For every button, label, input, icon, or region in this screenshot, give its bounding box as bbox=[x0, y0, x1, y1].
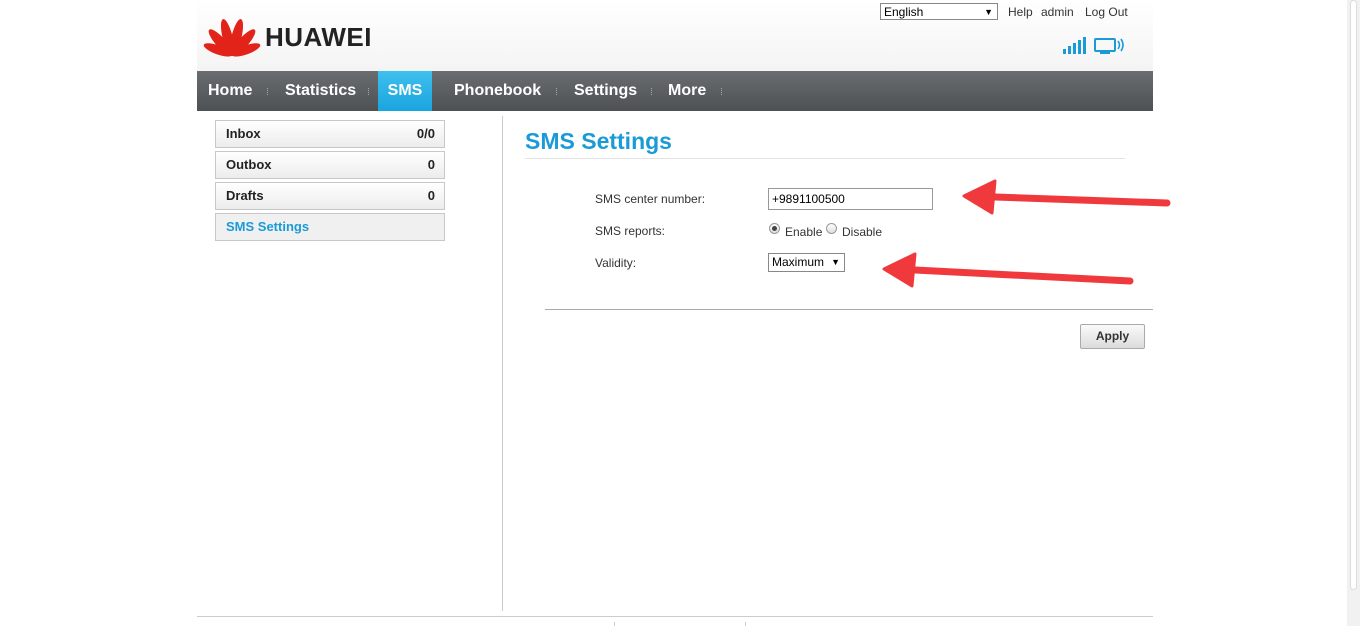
page-scrollbar[interactable] bbox=[1347, 0, 1360, 626]
scrollbar-thumb[interactable] bbox=[1350, 0, 1357, 590]
annotation-arrows bbox=[882, 179, 1171, 288]
red-arrow-icon bbox=[962, 179, 1171, 215]
red-arrow-icon bbox=[882, 252, 1134, 288]
